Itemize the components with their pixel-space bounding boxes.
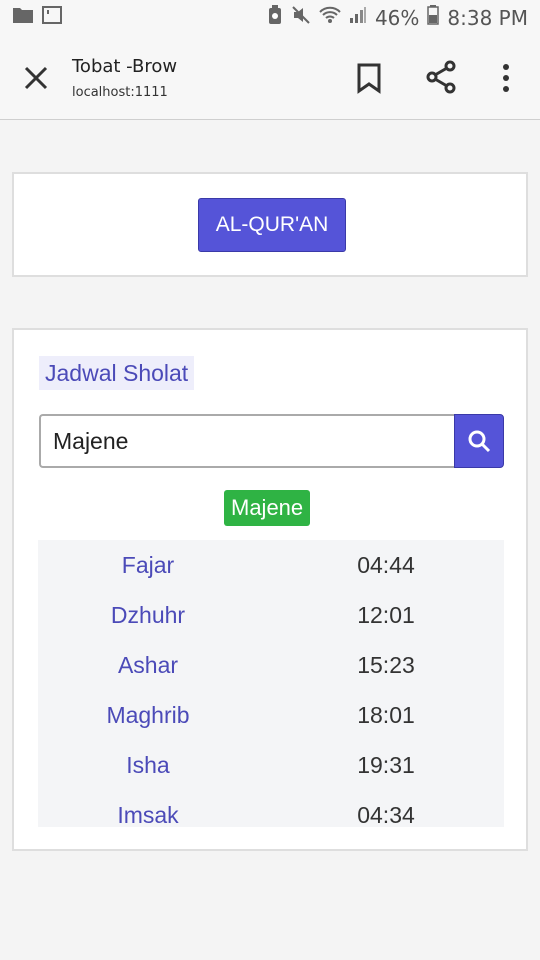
quran-card: AL-QUR'AN xyxy=(12,172,528,277)
card-icon xyxy=(42,6,62,30)
page-title: Tobat -Brow xyxy=(72,56,178,77)
status-bar: 46% 8:38 PM xyxy=(0,0,540,36)
search-icon xyxy=(468,430,491,453)
prayer-time: 15:23 xyxy=(357,651,415,678)
bookmark-icon xyxy=(357,63,381,94)
prayer-name: Ashar xyxy=(117,651,179,678)
page-url: localhost:1111 xyxy=(72,85,168,100)
table-row: Fajar 04:44 xyxy=(38,540,504,590)
battery-percent: 46% xyxy=(374,6,420,30)
city-badge: Majene xyxy=(224,490,311,526)
prayer-time: 18:01 xyxy=(357,701,415,728)
table-row: Ashar 15:23 xyxy=(38,640,504,690)
share-icon xyxy=(426,60,456,94)
prayer-time: 19:31 xyxy=(357,751,415,778)
recycle-icon xyxy=(267,5,283,31)
signal-icon xyxy=(349,6,367,30)
clock: 8:38 PM xyxy=(447,6,528,30)
table-row: Imsak 04:34 xyxy=(38,790,504,840)
status-bar-right: 46% 8:38 PM xyxy=(267,5,528,31)
prayer-time: 04:34 xyxy=(357,801,415,828)
city-search xyxy=(39,414,504,468)
prayer-schedule-card: Jadwal Sholat Majene Fajar 04:44 Dzhuhr … xyxy=(12,328,528,851)
prayer-name: Isha xyxy=(126,751,170,778)
prayer-time: 04:44 xyxy=(357,551,415,578)
folder-icon xyxy=(12,6,34,30)
wifi-icon xyxy=(319,6,341,30)
prayer-name: Imsak xyxy=(117,801,179,828)
battery-icon xyxy=(427,5,440,31)
prayer-name: Fajar xyxy=(121,551,175,578)
prayer-name: Maghrib xyxy=(106,701,190,728)
status-bar-left xyxy=(12,6,62,30)
page-title-block: Tobat -Brow localhost:1111 xyxy=(72,56,177,100)
section-heading: Jadwal Sholat xyxy=(39,356,195,390)
prayer-name: Dzhuhr xyxy=(110,601,186,628)
share-button[interactable] xyxy=(424,60,458,94)
more-vert-icon xyxy=(503,64,509,92)
quran-button[interactable]: AL-QUR'AN xyxy=(198,198,346,252)
city-search-input[interactable] xyxy=(39,414,454,468)
close-icon xyxy=(24,66,48,90)
browser-toolbar: Tobat -Brow localhost:1111 xyxy=(0,36,540,120)
table-row: Isha 19:31 xyxy=(38,740,504,790)
table-row: Dzhuhr 12:01 xyxy=(38,590,504,640)
close-button[interactable] xyxy=(20,62,52,94)
search-button[interactable] xyxy=(454,414,504,468)
table-row: Maghrib 18:01 xyxy=(38,690,504,740)
more-options-button[interactable] xyxy=(494,62,518,94)
prayer-times-table: Fajar 04:44 Dzhuhr 12:01 Ashar 15:23 Mag… xyxy=(38,540,504,828)
bookmark-button[interactable] xyxy=(354,62,384,94)
mute-icon xyxy=(291,5,311,31)
prayer-time: 12:01 xyxy=(357,601,415,628)
